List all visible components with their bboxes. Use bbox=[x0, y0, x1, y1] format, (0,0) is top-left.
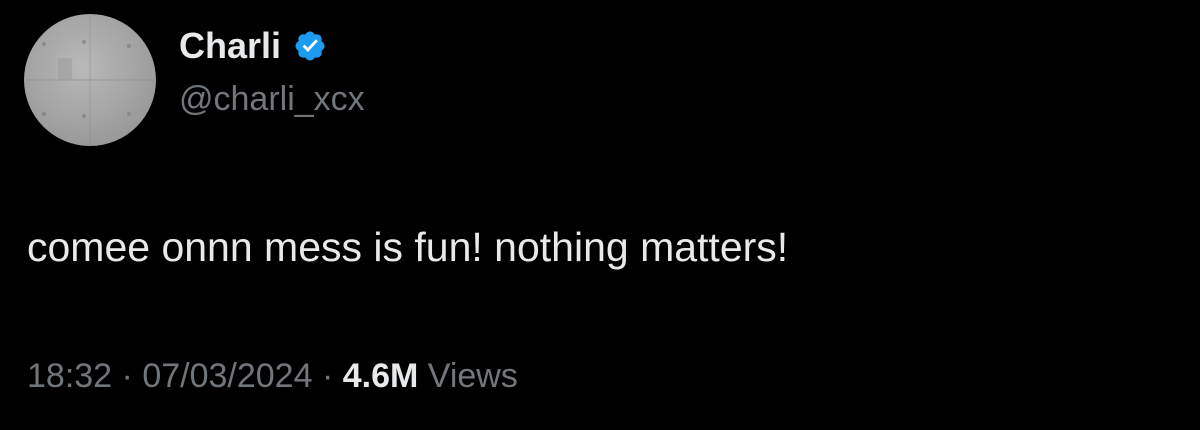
tweet-meta: 18:32 · 07/03/2024 · 4.6M Views bbox=[27, 357, 518, 395]
views-count[interactable]: 4.6M bbox=[343, 357, 419, 395]
author-handle[interactable]: @charli_xcx bbox=[179, 82, 365, 116]
author-name-row: Charli bbox=[179, 22, 327, 70]
views-label[interactable]: Views bbox=[428, 357, 518, 395]
avatar-image bbox=[24, 14, 156, 146]
meta-separator: · bbox=[321, 357, 334, 395]
verified-badge-icon bbox=[293, 29, 327, 63]
tweet-card: Charli @charli_xcx comee onnn mess is fu… bbox=[0, 0, 1200, 430]
display-name[interactable]: Charli bbox=[179, 28, 281, 64]
tweet-text: comee onnn mess is fun! nothing matters! bbox=[27, 224, 789, 270]
tweet-time[interactable]: 18:32 bbox=[27, 357, 112, 395]
meta-separator: · bbox=[121, 357, 133, 395]
tweet-date[interactable]: 07/03/2024 bbox=[142, 357, 312, 395]
avatar[interactable] bbox=[24, 14, 156, 146]
